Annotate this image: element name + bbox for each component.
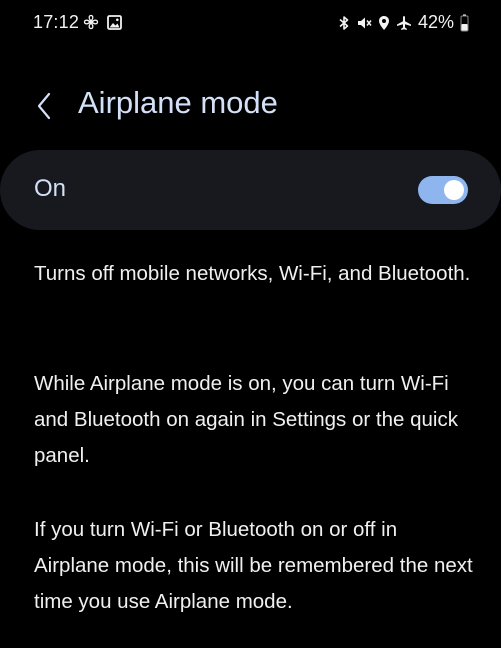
airplane-mode-switch[interactable]: [418, 176, 468, 204]
status-bar: 17:12 42%: [0, 0, 501, 48]
gallery-icon: [107, 14, 122, 30]
bluetooth-icon: [339, 15, 349, 30]
switch-thumb: [444, 180, 464, 200]
description-paragraph-1: Turns off mobile networks, Wi-Fi, and Bl…: [34, 262, 471, 285]
chevron-left-icon: [37, 92, 51, 120]
status-time: 17:12: [33, 12, 80, 32]
back-button[interactable]: [28, 86, 60, 126]
header: Airplane mode: [0, 80, 501, 132]
status-notification-icons: [83, 14, 122, 30]
status-system-icons: 42%: [338, 12, 469, 33]
description-paragraph-2: While Airplane mode is on, you can turn …: [34, 372, 458, 467]
battery-icon: [460, 14, 469, 31]
airplane-icon: [396, 15, 411, 30]
page-title: Airplane mode: [78, 85, 278, 120]
toggle-label: On: [34, 175, 67, 202]
location-icon: [378, 15, 389, 30]
description-paragraph-3: If you turn Wi-Fi or Bluetooth on or off…: [34, 518, 473, 613]
mute-icon: [357, 17, 372, 28]
battery-percent: 42%: [417, 12, 454, 32]
fan-icon: [83, 14, 99, 30]
